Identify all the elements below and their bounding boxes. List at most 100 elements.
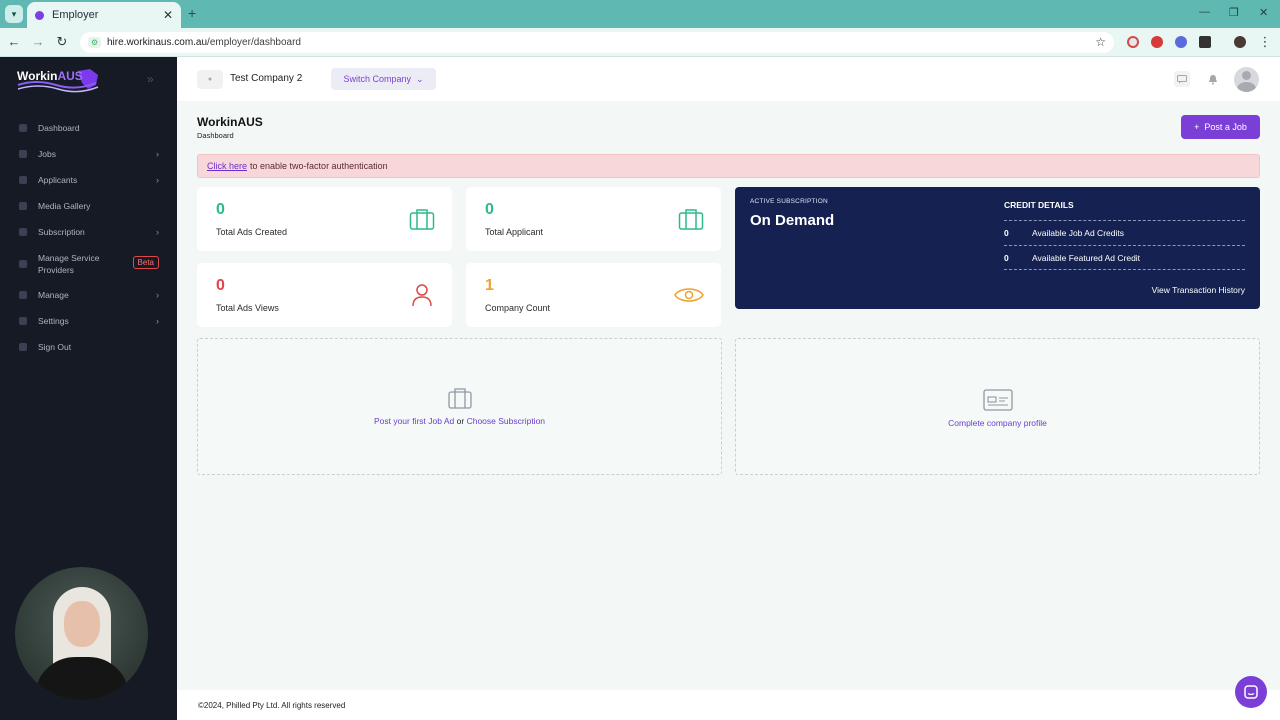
extensions-puzzle-icon[interactable] xyxy=(1199,36,1211,48)
browser-tab-employer[interactable]: Employer ✕ xyxy=(27,2,181,28)
settings-icon xyxy=(19,317,27,325)
post-a-job-button[interactable]: + Post a Job xyxy=(1181,115,1260,139)
post-first-job-panel: Post your first Job Ad or Choose Subscri… xyxy=(197,338,722,475)
collapse-sidebar-icon[interactable]: » xyxy=(147,72,154,86)
briefcase-icon xyxy=(678,209,704,230)
chevron-right-icon: › xyxy=(156,227,159,237)
forward-arrow-icon[interactable]: → xyxy=(30,34,46,49)
complete-profile-panel: Complete company profile xyxy=(735,338,1260,475)
enable-2fa-link[interactable]: Click here xyxy=(207,161,247,171)
sidebar-item-jobs[interactable]: Jobs › xyxy=(0,141,177,167)
sidebar-item-sign-out[interactable]: Sign Out xyxy=(0,334,177,360)
messages-icon[interactable] xyxy=(1174,71,1190,87)
stat-value: 0 xyxy=(485,201,494,218)
stat-value: 0 xyxy=(216,201,225,218)
company-name: Test Company 2 xyxy=(230,73,303,84)
subscription-card: ACTIVE SUBSCRIPTION On Demand CREDIT DET… xyxy=(735,187,1260,309)
stat-card-total-ads-views: 0 Total Ads Views xyxy=(197,263,452,327)
webcam-overlay xyxy=(15,567,148,700)
chevron-down-icon: ⌄ xyxy=(415,73,424,84)
switch-company-button[interactable]: Switch Company ⌄ xyxy=(331,68,436,90)
signout-icon xyxy=(19,343,27,351)
switch-company-label: Switch Company xyxy=(343,74,411,84)
briefcase-icon xyxy=(447,388,472,409)
sidebar-item-label: Sign Out xyxy=(38,342,72,352)
url-host: hire.workinaus.com.au xyxy=(107,37,208,48)
credit-row: 0 Available Featured Ad Credit xyxy=(1004,245,1245,270)
stat-label: Total Applicant xyxy=(485,227,544,237)
bookmark-star-icon[interactable]: ☆ xyxy=(1095,35,1106,49)
stat-card-company-count: 1 Company Count xyxy=(466,263,721,327)
extension-icon[interactable] xyxy=(1151,36,1163,48)
choose-subscription-link[interactable]: Choose Subscription xyxy=(467,416,545,426)
site-info-icon[interactable]: ⚙ xyxy=(88,37,101,48)
sidebar: WorkinAUS » Dashboard Jobs › Applicants … xyxy=(0,57,177,720)
sidebar-item-subscription[interactable]: Subscription › xyxy=(0,219,177,245)
url-path: /employer/dashboard xyxy=(207,37,301,48)
address-bar[interactable]: ⚙ hire.workinaus.com.au/employer/dashboa… xyxy=(80,32,1114,53)
sidebar-item-settings[interactable]: Settings › xyxy=(0,308,177,334)
profile-avatar-icon[interactable] xyxy=(1234,36,1246,48)
or-text: or xyxy=(456,416,465,426)
stat-value: 1 xyxy=(485,277,494,294)
manage-icon xyxy=(19,291,27,299)
credit-details-title: CREDIT DETAILS xyxy=(1004,200,1074,210)
credit-label: Available Featured Ad Credit xyxy=(1032,253,1141,263)
extension-icon[interactable] xyxy=(1175,36,1187,48)
extension-icon[interactable] xyxy=(1127,36,1139,48)
address-toolbar: ← → ↻ ⚙ hire.workinaus.com.au/employer/d… xyxy=(0,28,1280,57)
back-arrow-icon[interactable]: ← xyxy=(6,34,22,49)
stat-value: 0 xyxy=(216,277,225,294)
complete-profile-link[interactable]: Complete company profile xyxy=(948,418,1047,428)
user-avatar[interactable] xyxy=(1234,67,1259,92)
chat-launcher-button[interactable] xyxy=(1235,676,1267,708)
chevron-right-icon: › xyxy=(156,175,159,185)
breadcrumb: Dashboard xyxy=(197,131,234,140)
company-logo-icon: ● xyxy=(197,70,223,89)
new-tab-button[interactable]: + xyxy=(188,5,196,21)
credit-count: 0 xyxy=(1004,253,1009,263)
notification-bell-icon[interactable] xyxy=(1205,71,1221,87)
chevron-right-icon: › xyxy=(156,316,159,326)
two-factor-alert: Click here to enable two-factor authenti… xyxy=(197,154,1260,178)
providers-icon xyxy=(19,259,27,268)
reload-icon[interactable]: ↻ xyxy=(54,34,70,50)
tab-close-icon[interactable]: ✕ xyxy=(163,8,173,22)
stat-label: Total Ads Created xyxy=(216,227,288,237)
subscription-icon xyxy=(19,228,27,236)
browser-tab-bar: ▾ Employer ✕ + — ❐ ✕ xyxy=(0,0,1280,28)
sidebar-item-label: Manage xyxy=(38,290,69,300)
logo-text-aus: AUS xyxy=(57,69,83,83)
stat-card-total-applicant: 0 Total Applicant xyxy=(466,187,721,251)
sidebar-item-manage[interactable]: Manage › xyxy=(0,282,177,308)
sidebar-item-label: Dashboard xyxy=(38,123,80,133)
footer: ©2024, Philled Pty Ltd. All rights reser… xyxy=(177,690,1280,720)
sidebar-item-manage-service-providers[interactable]: Manage Service Providers Beta xyxy=(0,245,177,282)
person-icon xyxy=(412,284,432,307)
minimize-button[interactable]: — xyxy=(1199,6,1210,18)
sidebar-item-dashboard[interactable]: Dashboard xyxy=(0,115,177,141)
eye-icon xyxy=(674,288,704,302)
post-first-job-link[interactable]: Post your first Job Ad xyxy=(374,416,454,426)
copyright-text: ©2024, Philled Pty Ltd. All rights reser… xyxy=(198,700,346,710)
applicants-icon xyxy=(19,176,27,184)
window-close-button[interactable]: ✕ xyxy=(1259,6,1268,19)
tab-search-button[interactable]: ▾ xyxy=(5,5,23,23)
media-icon xyxy=(19,202,27,210)
credit-label: Available Job Ad Credits xyxy=(1032,228,1124,238)
id-card-icon xyxy=(982,389,1013,411)
workinaus-logo[interactable]: WorkinAUS xyxy=(16,67,100,93)
browser-menu-icon[interactable]: ⋮ xyxy=(1257,34,1273,50)
main-content: ● Test Company 2 Switch Company ⌄ Workin… xyxy=(177,57,1280,720)
stat-label: Total Ads Views xyxy=(216,303,279,313)
credit-row: 0 Available Job Ad Credits xyxy=(1004,220,1245,245)
view-transaction-history-link[interactable]: View Transaction History xyxy=(1152,285,1245,295)
sidebar-item-applicants[interactable]: Applicants › xyxy=(0,167,177,193)
briefcase-icon xyxy=(409,209,435,230)
post-a-job-label: Post a Job xyxy=(1204,122,1247,132)
plus-icon: + xyxy=(1194,122,1200,132)
sidebar-item-media-gallery[interactable]: Media Gallery xyxy=(0,193,177,219)
favicon-icon xyxy=(35,10,44,20)
maximize-button[interactable]: ❐ xyxy=(1229,6,1239,19)
chat-icon xyxy=(1244,685,1258,699)
